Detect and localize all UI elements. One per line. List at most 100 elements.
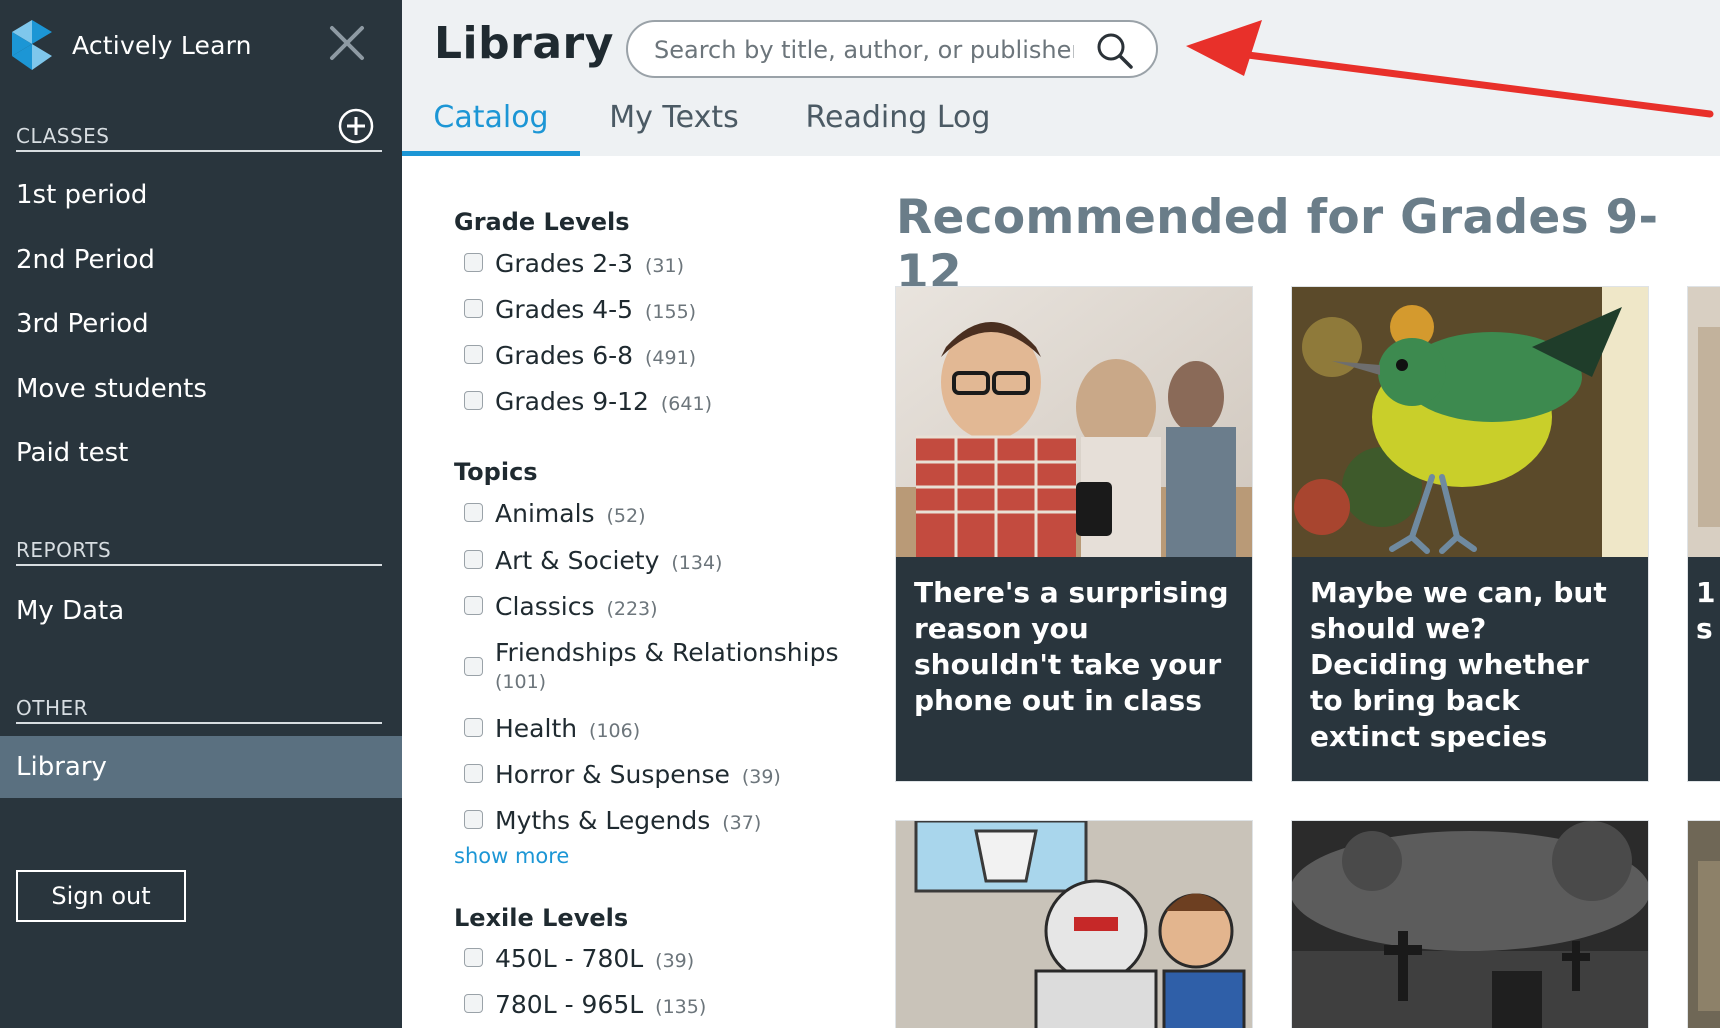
text-card-partial[interactable]: 1 s <box>1687 286 1720 782</box>
sidebar-item-paid-test[interactable]: Paid test <box>0 422 402 484</box>
filter-horror-suspense[interactable]: Horror & Suspense (39) <box>464 759 844 793</box>
checkbox[interactable] <box>464 948 483 967</box>
sign-out-button[interactable]: Sign out <box>16 870 186 922</box>
actively-learn-logo-icon <box>12 20 52 70</box>
filter-count: (39) <box>655 950 695 972</box>
filter-count: (106) <box>589 720 641 742</box>
graveyard-photo-image <box>1292 821 1648 1028</box>
filter-label: Classics (223) <box>495 591 658 625</box>
text-card-graveyard[interactable] <box>1291 820 1649 1028</box>
text-card-extinct-species[interactable]: Maybe we can, but should we? Deciding wh… <box>1291 286 1649 782</box>
filter-count: (101) <box>495 671 547 693</box>
filter-count: (491) <box>644 347 697 369</box>
checkbox[interactable] <box>464 810 483 829</box>
filter-label-text: Grades 9-12 <box>495 387 649 416</box>
brand-name: Actively Learn <box>72 30 252 60</box>
filter-grades-2-3[interactable]: Grades 2-3 (31) <box>464 248 844 282</box>
filter-label-text: Horror & Suspense <box>495 760 730 789</box>
brand[interactable]: Actively Learn <box>12 20 252 70</box>
partial-card-image <box>1688 821 1720 1028</box>
topics-heading: Topics <box>454 458 538 486</box>
sidebar-item-1st-period[interactable]: 1st period <box>0 164 402 226</box>
filter-label-text: Animals <box>495 499 595 528</box>
filter-lexile-780-965[interactable]: 780L - 965L (135) <box>464 989 844 1023</box>
filter-friendships-relationships[interactable]: Friendships & Relationships (101) <box>464 637 844 695</box>
checkbox[interactable] <box>464 718 483 737</box>
filter-label: 450L - 780L (39) <box>495 943 694 977</box>
checkbox[interactable] <box>464 596 483 615</box>
filter-lexile-450-780[interactable]: 450L - 780L (39) <box>464 943 844 977</box>
filter-label-text: Grades 4-5 <box>495 295 634 324</box>
filter-label: Grades 9-12 (641) <box>495 386 712 420</box>
checkbox[interactable] <box>464 299 483 318</box>
show-more-topics-link[interactable]: show more <box>454 844 569 868</box>
classes-section-header: CLASSES <box>16 108 382 152</box>
tab-reading-log[interactable]: Reading Log <box>798 96 998 156</box>
partial-card-image <box>1688 287 1720 557</box>
add-class-icon[interactable] <box>338 108 374 144</box>
filter-grades-6-8[interactable]: Grades 6-8 (491) <box>464 340 844 374</box>
checkbox[interactable] <box>464 503 483 522</box>
filter-label-text: Grades 2-3 <box>495 249 634 278</box>
filter-health[interactable]: Health (106) <box>464 713 844 747</box>
filter-label: Animals (52) <box>495 498 646 532</box>
checkbox[interactable] <box>464 994 483 1013</box>
filter-myths-legends[interactable]: Myths & Legends (37) <box>464 805 844 839</box>
recommended-heading: Recommended for Grades 9-12 <box>896 190 1659 300</box>
sidebar-item-3rd-period[interactable]: 3rd Period <box>0 293 402 355</box>
tab-catalog[interactable]: Catalog <box>402 96 580 156</box>
filter-count: (31) <box>644 255 684 277</box>
checkbox[interactable] <box>464 657 483 676</box>
filter-label: Art & Society (134) <box>495 545 722 579</box>
filter-label-text: 780L - 965L <box>495 990 644 1019</box>
checkbox[interactable] <box>464 391 483 410</box>
page-title: Library <box>434 18 614 69</box>
tab-my-texts[interactable]: My Texts <box>594 96 754 156</box>
checkbox[interactable] <box>464 764 483 783</box>
students-with-phones-image <box>896 287 1252 557</box>
filters-panel: Grade Levels Grades 2-3 (31) Grades 4-5 … <box>454 156 854 1028</box>
checkbox[interactable] <box>464 253 483 272</box>
filter-label-text: Health <box>495 714 578 743</box>
filter-classics[interactable]: Classics (223) <box>464 591 844 625</box>
filter-label: Horror & Suspense (39) <box>495 759 781 793</box>
card-title: 1 s <box>1688 557 1720 781</box>
sidebar-item-library[interactable]: Library <box>0 736 402 798</box>
checkbox[interactable] <box>464 550 483 569</box>
filter-grades-4-5[interactable]: Grades 4-5 (155) <box>464 294 844 328</box>
search-icon[interactable] <box>1096 32 1134 70</box>
filter-label: Grades 2-3 (31) <box>495 248 684 282</box>
sidebar-item-move-students[interactable]: Move students <box>0 358 402 420</box>
text-card-partial-bottom[interactable] <box>1687 820 1720 1028</box>
filter-count: (37) <box>722 812 762 834</box>
other-section-label: OTHER <box>16 696 89 720</box>
text-card-robot[interactable] <box>895 820 1253 1028</box>
filter-label-text: 450L - 780L <box>495 944 644 973</box>
filter-count: (155) <box>644 301 697 323</box>
text-card-phone-in-class[interactable]: There's a surprising reason you shouldn'… <box>895 286 1253 782</box>
close-sidebar-icon[interactable] <box>326 22 368 64</box>
other-section-header: OTHER <box>16 690 382 724</box>
classes-section-label: CLASSES <box>16 124 110 148</box>
filter-count: (135) <box>655 996 707 1018</box>
grade-levels-heading: Grade Levels <box>454 208 630 236</box>
filter-count: (52) <box>606 505 646 527</box>
library-header: Library Catalog My Texts Reading Log <box>402 0 1720 156</box>
filter-label-text: Art & Society <box>495 546 660 575</box>
filter-label-text: Myths & Legends <box>495 806 711 835</box>
search-box <box>626 20 1158 78</box>
sidebar-item-2nd-period[interactable]: 2nd Period <box>0 229 402 291</box>
search-input[interactable] <box>654 30 1074 70</box>
sidebar-item-my-data[interactable]: My Data <box>0 580 402 642</box>
reports-section-header: REPORTS <box>16 532 382 566</box>
filter-count: (223) <box>606 598 658 620</box>
card-title: Maybe we can, but should we? Deciding wh… <box>1292 557 1648 781</box>
app-root: Actively Learn CLASSES 1st period 2nd Pe… <box>0 0 1720 1028</box>
filter-animals[interactable]: Animals (52) <box>464 498 844 532</box>
filter-label: Grades 4-5 (155) <box>495 294 696 328</box>
filter-grades-9-12[interactable]: Grades 9-12 (641) <box>464 386 844 420</box>
filter-label-text: Grades 6-8 <box>495 341 634 370</box>
lexile-levels-heading: Lexile Levels <box>454 904 629 932</box>
checkbox[interactable] <box>464 345 483 364</box>
filter-art-society[interactable]: Art & Society (134) <box>464 545 844 579</box>
